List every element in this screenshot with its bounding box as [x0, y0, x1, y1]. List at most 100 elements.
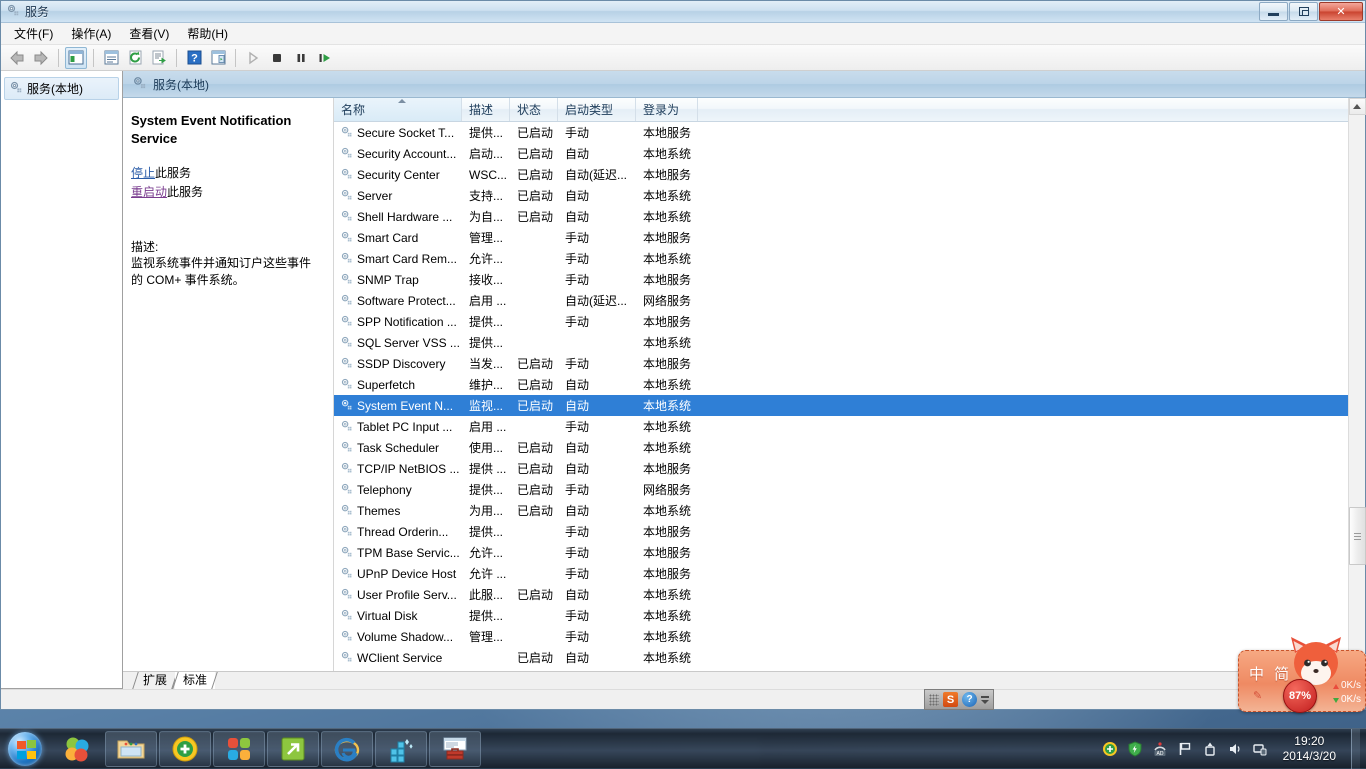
- ime-pen-icon[interactable]: ✎: [1253, 689, 1262, 702]
- cell-state: 已启动: [510, 166, 558, 183]
- table-row[interactable]: Shell Hardware ...为自...已启动自动本地系统: [334, 206, 1365, 227]
- blue-cubes-icon: [387, 735, 415, 763]
- table-row[interactable]: Virtual Disk提供...手动本地系统: [334, 605, 1365, 626]
- services-gear-icon: [340, 146, 353, 162]
- taskbar-item-explorer[interactable]: [105, 731, 157, 767]
- menu-view[interactable]: 查看(V): [120, 22, 178, 45]
- tray-icon-antivirus[interactable]: [1102, 741, 1118, 757]
- ime-status-bar[interactable]: S ?: [924, 689, 994, 710]
- tray-icon-action-center[interactable]: [1177, 741, 1193, 757]
- taskbar-item-defrag[interactable]: [375, 731, 427, 767]
- taskbar-item-ie[interactable]: [321, 731, 373, 767]
- pause-icon[interactable]: [290, 47, 312, 69]
- table-row[interactable]: User Profile Serv...此服...已启动自动本地系统: [334, 584, 1365, 605]
- restart-service-link[interactable]: 重启动: [131, 185, 167, 199]
- column-header-startup-type[interactable]: 启动类型: [558, 98, 636, 121]
- stop-service-suffix: 此服务: [155, 166, 191, 180]
- table-row[interactable]: TCP/IP NetBIOS ...提供 ...已启动自动本地服务: [334, 458, 1365, 479]
- cell-logon-as: 本地服务: [636, 355, 698, 372]
- restore-button[interactable]: [1289, 2, 1318, 21]
- taskbar-clock[interactable]: 19:20 2014/3/20: [1277, 734, 1342, 764]
- window-titlebar[interactable]: 服务 ✕: [1, 1, 1365, 23]
- action-pane-icon[interactable]: [207, 47, 229, 69]
- sogou-logo-icon[interactable]: S: [943, 692, 958, 707]
- export-icon[interactable]: [148, 47, 170, 69]
- red-toolbox-icon: [441, 736, 469, 762]
- table-row[interactable]: SNMP Trap接收...手动本地服务: [334, 269, 1365, 290]
- table-row[interactable]: Superfetch维护...已启动自动本地系统: [334, 374, 1365, 395]
- scroll-up-button[interactable]: [1349, 98, 1366, 115]
- ime-help-icon[interactable]: ?: [962, 692, 977, 707]
- table-row[interactable]: System Event N...监视...已启动自动本地系统: [334, 395, 1365, 416]
- table-row[interactable]: Tablet PC Input ...启用 ...手动本地系统: [334, 416, 1365, 437]
- table-row[interactable]: Server支持...已启动自动本地系统: [334, 185, 1365, 206]
- column-header-description-label: 描述: [469, 101, 493, 118]
- table-row[interactable]: Task Scheduler使用...已启动自动本地系统: [334, 437, 1365, 458]
- tray-icon-security[interactable]: [1127, 741, 1143, 757]
- column-header-name[interactable]: 名称: [334, 98, 462, 121]
- table-row[interactable]: Security CenterWSC...已启动自动(延迟...本地服务: [334, 164, 1365, 185]
- tab-standard[interactable]: 标准: [175, 672, 215, 689]
- table-row[interactable]: Thread Orderin...提供...手动本地服务: [334, 521, 1365, 542]
- table-row[interactable]: SPP Notification ...提供...手动本地服务: [334, 311, 1365, 332]
- taskbar-item-quicklaunch[interactable]: [51, 731, 103, 767]
- table-row[interactable]: Secure Socket T...提供...已启动手动本地服务: [334, 122, 1365, 143]
- table-row[interactable]: Themes为用...已启动自动本地系统: [334, 500, 1365, 521]
- menu-help[interactable]: 帮助(H): [178, 22, 237, 45]
- close-button[interactable]: ✕: [1319, 2, 1363, 21]
- scrollbar-thumb[interactable]: [1349, 507, 1366, 565]
- restart-icon[interactable]: [314, 47, 336, 69]
- show-desktop-button[interactable]: [1351, 729, 1360, 769]
- cell-description: 为用...: [462, 502, 510, 519]
- stop-icon[interactable]: [266, 47, 288, 69]
- sidebar-item-services-local[interactable]: 服务(本地): [4, 77, 119, 100]
- sogou-input-floating-bar[interactable]: 中 简 ✎ 87% 0K/s 0K/s: [1238, 650, 1366, 712]
- service-name-label: UPnP Device Host: [357, 567, 456, 581]
- table-row[interactable]: SQL Server VSS ...提供...本地系统: [334, 332, 1365, 353]
- taskbar-item-apps[interactable]: [213, 731, 265, 767]
- scrollbar-track[interactable]: [1349, 115, 1366, 654]
- tab-extended[interactable]: 扩展: [135, 672, 175, 689]
- menu-action[interactable]: 操作(A): [62, 22, 120, 45]
- table-row[interactable]: UPnP Device Host允许 ...手动本地服务: [334, 563, 1365, 584]
- taskbar-item-antivirus[interactable]: [159, 731, 211, 767]
- toolbar: ?: [1, 45, 1365, 71]
- service-name-label: Superfetch: [357, 378, 415, 392]
- cpu-usage-badge[interactable]: 87%: [1283, 679, 1317, 713]
- tree-panel-icon[interactable]: [65, 47, 87, 69]
- properties-icon[interactable]: [100, 47, 122, 69]
- column-header-logon-as[interactable]: 登录为: [636, 98, 698, 121]
- table-row[interactable]: Smart Card管理...手动本地服务: [334, 227, 1365, 248]
- cell-description: 维护...: [462, 376, 510, 393]
- menu-file[interactable]: 文件(F): [5, 22, 62, 45]
- tray-icon-safely-remove[interactable]: [1202, 741, 1218, 757]
- column-header-state[interactable]: 状态: [510, 98, 558, 121]
- list-header-row: 名称 描述 状态 启动类型 登录为: [334, 98, 1365, 122]
- table-row[interactable]: WClient Service已启动自动本地系统: [334, 647, 1365, 668]
- taskbar-item-toolbox[interactable]: [429, 731, 481, 767]
- table-row[interactable]: Volume Shadow...管理...手动本地系统: [334, 626, 1365, 647]
- start-button[interactable]: [0, 730, 50, 768]
- cell-state: 已启动: [510, 124, 558, 141]
- column-header-description[interactable]: 描述: [462, 98, 510, 121]
- table-row[interactable]: Smart Card Rem...允许...手动本地系统: [334, 248, 1365, 269]
- table-row[interactable]: Telephony提供...已启动手动网络服务: [334, 479, 1365, 500]
- tray-icon-network[interactable]: [1252, 741, 1268, 757]
- help-question-icon[interactable]: ?: [183, 47, 205, 69]
- ime-drag-handle-icon[interactable]: [929, 694, 939, 706]
- stop-service-link[interactable]: 停止: [131, 166, 155, 180]
- refresh-icon[interactable]: [124, 47, 146, 69]
- tray-icon-volume[interactable]: [1227, 741, 1243, 757]
- ime-mode-label[interactable]: 中 简: [1249, 663, 1292, 684]
- forward-button[interactable]: [30, 47, 52, 69]
- minimize-button[interactable]: [1259, 2, 1288, 21]
- table-row[interactable]: TPM Base Servic...允许...手动本地服务: [334, 542, 1365, 563]
- back-button[interactable]: [6, 47, 28, 69]
- table-row[interactable]: SSDP Discovery当发...已启动手动本地服务: [334, 353, 1365, 374]
- ime-menu-icon[interactable]: [981, 696, 989, 704]
- vertical-scrollbar[interactable]: [1348, 98, 1365, 671]
- table-row[interactable]: Software Protect...启用 ...自动(延迟...网络服务: [334, 290, 1365, 311]
- tray-icon-network-radio[interactable]: AD: [1152, 741, 1168, 757]
- taskbar-item-shortcut[interactable]: [267, 731, 319, 767]
- table-row[interactable]: Security Account...启动...已启动自动本地系统: [334, 143, 1365, 164]
